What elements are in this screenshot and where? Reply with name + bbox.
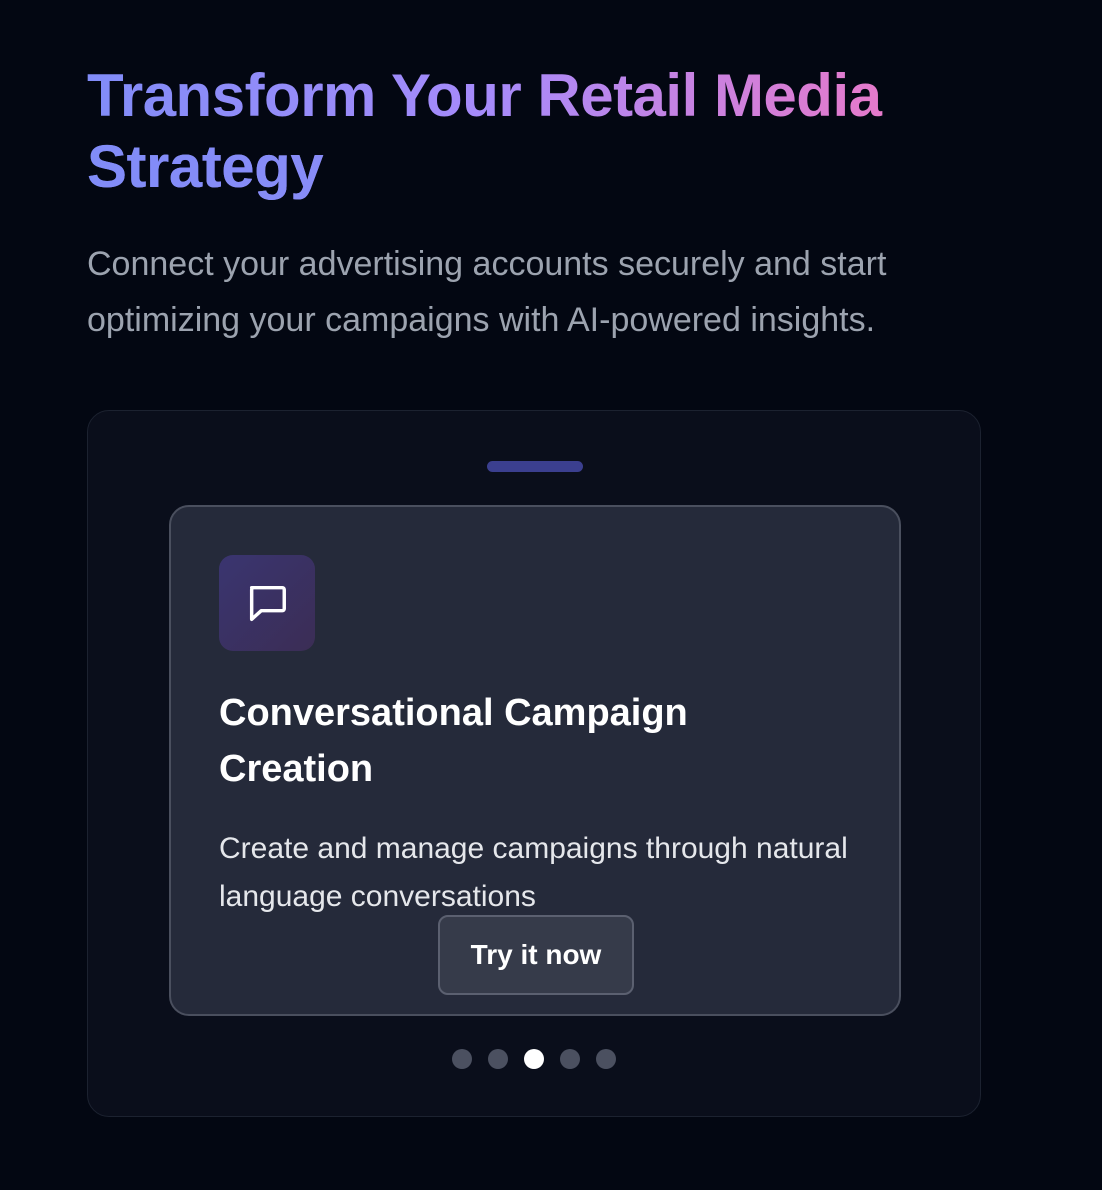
hero-title: Transform Your Retail Media Strategy [87, 60, 987, 202]
feature-title: Conversational Campaign Creation [219, 692, 688, 790]
hero-title-line2: Strategy [87, 131, 987, 202]
feature-icon-tile [219, 555, 315, 651]
carousel-dot-3[interactable] [524, 1049, 544, 1069]
carousel-handle[interactable] [487, 461, 583, 472]
carousel-dot-1[interactable] [452, 1049, 472, 1069]
feature-description: Create and manage campaigns through natu… [219, 832, 848, 913]
carousel-dot-4[interactable] [560, 1049, 580, 1069]
try-it-now-button[interactable]: Try it now [438, 915, 634, 995]
carousel-pagination [88, 1049, 980, 1069]
feature-card: Conversational Campaign Creation Create … [169, 505, 901, 1016]
hero-subtitle: Connect your advertising accounts secure… [87, 245, 887, 339]
hero-title-line1: Transform Your Retail Media [87, 62, 882, 129]
carousel-dot-5[interactable] [596, 1049, 616, 1069]
carousel-dot-2[interactable] [488, 1049, 508, 1069]
page: Transform Your Retail Media Strategy Con… [0, 0, 1102, 1190]
feature-carousel: Conversational Campaign Creation Create … [87, 410, 981, 1117]
message-square-icon [249, 585, 286, 622]
